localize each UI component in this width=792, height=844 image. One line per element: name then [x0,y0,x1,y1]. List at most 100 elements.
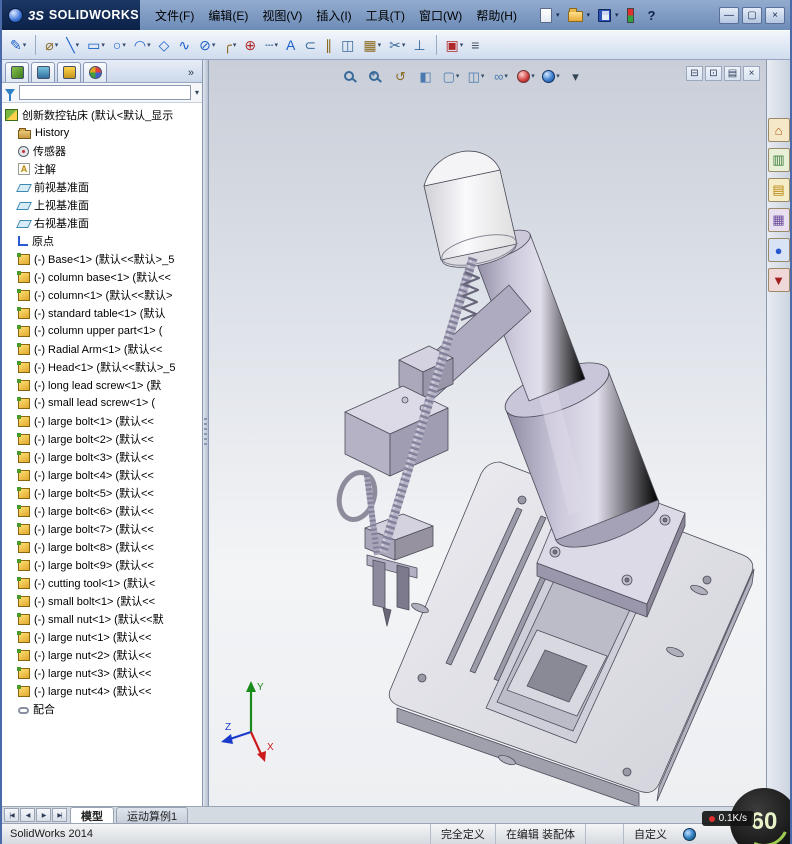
tree-item[interactable]: (-) large bolt<7> (默认<< [2,520,202,538]
doc-tile-icon[interactable]: ▤ [724,66,741,81]
tree-item[interactable]: (-) large bolt<8> (默认<< [2,538,202,556]
tree-item[interactable]: (-) cutting tool<1> (默认< [2,574,202,592]
menu-item[interactable]: 文件(F) [148,3,201,28]
tree-item[interactable]: (-) large bolt<6> (默认<< [2,502,202,520]
tree-item[interactable]: (-) Radial Arm<1> (默认<< [2,340,202,358]
tree-item[interactable]: 创新数控钻床 (默认<默认_显示 [2,106,202,124]
sketch-fillet-icon[interactable]: ╭ ▾ [220,33,239,57]
polygon-icon[interactable]: ◇ [156,33,174,57]
doc-minimize-icon[interactable]: ⊟ [686,66,703,81]
view-settings-icon[interactable]: ▾ [566,66,586,86]
ellipse-icon[interactable]: ⊘ ▾ [196,33,218,57]
relations-icon[interactable]: ⊥ [410,33,429,57]
tree-item[interactable]: (-) long lead screw<1> (默 [2,376,202,394]
menu-item[interactable]: 插入(I) [309,3,358,28]
tree-item[interactable]: (-) large bolt<5> (默认<< [2,484,202,502]
tree-item[interactable]: (-) large nut<1> (默认<< [2,628,202,646]
offset-entities-icon[interactable]: ∥ [322,33,336,57]
tree-item[interactable]: 上视基准面 [2,196,202,214]
separator[interactable] [435,35,437,55]
display-style-icon[interactable]: ◫ ▾ [466,66,486,86]
configurationmanager-tab[interactable] [57,62,81,82]
resources-home-icon[interactable]: ⌂ [767,118,790,142]
text-icon[interactable]: A [283,33,299,57]
tree-item[interactable]: (-) large nut<4> (默认<< [2,682,202,700]
custom-properties-icon[interactable]: ▼ [767,268,790,292]
tree-item[interactable]: (-) column<1> (默认<<默认> [2,286,202,304]
section-view-icon[interactable]: ◧ [416,66,436,86]
chevron-down-icon[interactable]: ▾ [195,88,199,97]
panel-chevron-icon[interactable]: » [188,67,199,82]
apply-scene-icon[interactable]: ▾ [541,66,561,86]
file-explorer-icon[interactable]: ▤ [767,178,790,202]
help-icon[interactable]: ? [646,8,658,23]
trim-entities-icon[interactable]: ✂ ▾ [386,33,408,57]
tree-item[interactable]: 右视基准面 [2,214,202,232]
prev-tab-button[interactable]: ◀ [20,808,35,822]
tree-item[interactable]: 原点 [2,232,202,250]
arc-icon[interactable]: ◠ ▾ [131,33,154,57]
menu-item[interactable]: 帮助(H) [469,3,524,28]
rapid-sketch-icon[interactable]: ▣ ▾ [443,33,467,57]
next-tab-button[interactable]: ▶ [36,808,51,822]
sketch-icon[interactable]: ✎ ▾ [7,33,29,57]
menu-item[interactable]: 窗口(W) [412,3,469,28]
mirror-entities-icon[interactable]: ◫ [338,33,358,57]
circle-icon[interactable]: ○ ▾ [110,33,129,57]
featuremanager-tab[interactable] [5,62,29,82]
tree-item[interactable]: (-) small nut<1> (默认<<默 [2,610,202,628]
convert-entities-icon[interactable]: ⊂ [301,33,320,57]
tree-item[interactable]: (-) standard table<1> (默认 [2,304,202,322]
tree-item[interactable]: 前视基准面 [2,178,202,196]
tree-filter-input[interactable] [19,85,191,100]
menu-item[interactable]: 工具(T) [359,3,412,28]
tree-item[interactable]: (-) Head<1> (默认<<默认>_5 [2,358,202,376]
line-icon[interactable]: ╲ ▾ [63,33,82,57]
toolbar-options-icon[interactable]: ≡ [468,33,483,57]
save-icon[interactable]: ▾ [598,8,619,22]
close-button[interactable]: × [765,6,785,24]
tree-item[interactable]: (-) large bolt<1> (默认<< [2,412,202,430]
zoom-fit-icon[interactable] [341,66,361,86]
model-tab[interactable]: 模型 [70,807,114,823]
tree-item[interactable]: (-) large bolt<3> (默认<< [2,448,202,466]
tree-item[interactable]: (-) small lead screw<1> ( [2,394,202,412]
appearances-icon[interactable]: ● [767,238,790,262]
hide-show-items-icon[interactable]: ∞ ▾ [491,66,511,86]
doc-restore-icon[interactable]: ⊡ [705,66,722,81]
motion-study-tab[interactable]: 运动算例1 [116,807,189,823]
previous-view-icon[interactable]: ↺ [391,66,411,86]
tree-item[interactable]: 传感器 [2,142,202,160]
tree-item[interactable]: (-) column upper part<1> ( [2,322,202,340]
first-tab-button[interactable]: |◀ [4,808,19,822]
tree-item[interactable]: (-) large bolt<4> (默认<< [2,466,202,484]
smart-dimension-icon[interactable]: ⌀ ▾ [42,33,61,57]
last-tab-button[interactable]: ▶| [52,808,67,822]
globe-icon[interactable] [683,827,696,841]
new-document-icon[interactable]: ▾ [539,7,560,23]
tree-item[interactable]: (-) column base<1> (默认<< [2,268,202,286]
doc-close-icon[interactable]: × [743,66,760,81]
view-orientation-icon[interactable]: ▢ ▾ [441,66,461,86]
menu-item[interactable]: 视图(V) [255,3,309,28]
tree-item[interactable]: (-) large bolt<9> (默认<< [2,556,202,574]
model-3d-view[interactable] [209,60,766,806]
rebuild-icon[interactable] [626,7,638,23]
panel-splitter[interactable] [203,60,209,806]
menu-item[interactable]: 编辑(E) [201,3,255,28]
maximize-button[interactable]: ▢ [742,6,762,24]
edit-appearance-icon[interactable]: ▾ [516,66,536,86]
tree-item[interactable]: (-) small bolt<1> (默认<< [2,592,202,610]
tree-item[interactable]: History [2,124,202,142]
graphics-viewport[interactable]: ↺ ◧ ▢ ▾ ◫ ▾ [209,60,766,806]
tree-item[interactable]: (-) large nut<2> (默认<< [2,646,202,664]
tree-item[interactable]: (-) Base<1> (默认<<默认>_5 [2,250,202,268]
spline-icon[interactable]: ∿ [175,33,194,57]
open-icon[interactable]: ▾ [567,8,590,22]
propertymanager-tab[interactable] [31,62,55,82]
tree-item[interactable]: 配合 [2,700,202,718]
centerline-icon[interactable]: ┄ ▾ [262,33,281,57]
tree-item[interactable]: (-) large bolt<2> (默认<< [2,430,202,448]
design-library-icon[interactable]: ▥ [767,148,790,172]
zoom-area-icon[interactable] [366,66,386,86]
